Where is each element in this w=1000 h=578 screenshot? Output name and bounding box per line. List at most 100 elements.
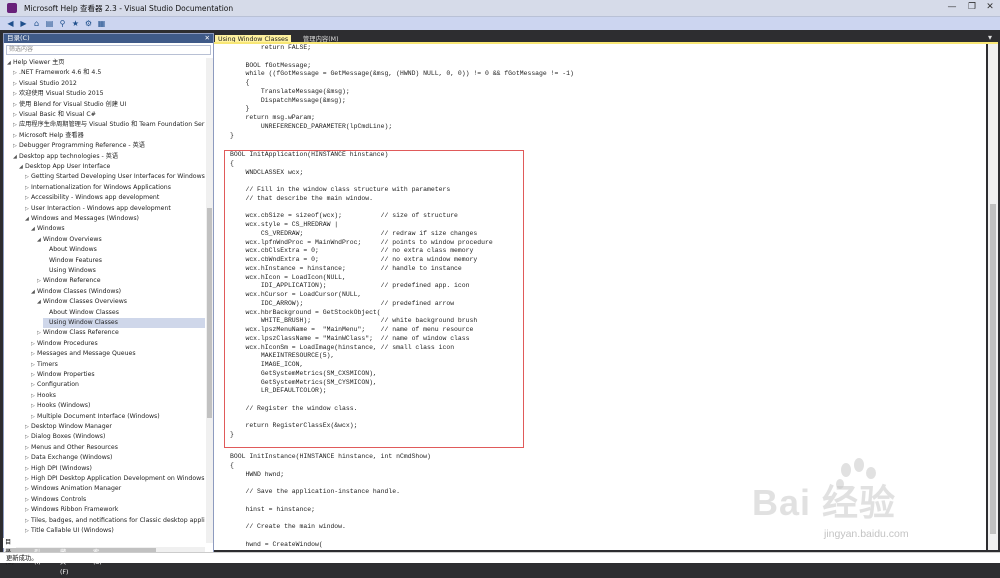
toc-pane-title: 目录(C) [7,34,30,42]
toc-node-label: Windows Animation Manager [31,485,122,493]
toc-node[interactable]: ▷ Configuration [31,380,79,390]
toc-node[interactable]: ▷ Internationalization for Windows Applic… [25,183,171,193]
toc-node[interactable]: ◢ Desktop app technologies - 英语 [13,152,118,162]
toc-node[interactable]: ◢ Windows [31,224,65,234]
toc-node-label: Window Procedures [37,339,98,347]
toc-node[interactable]: ▷ Desktop Window Manager [25,422,112,432]
toc-node[interactable]: ▷ Microsoft Help 查看器 [13,131,84,141]
app-icon [7,3,17,13]
toc-node[interactable]: ▷ Visual Basic 和 Visual C# [13,110,96,120]
toolbar: ◀ ▶ ⌂ ▤ ⚲ ★ ⚙ ▦ [0,17,1000,30]
toc-node-label: Accessibility - Windows app development [31,194,160,202]
tab-contents[interactable]: 目录(C) [3,538,17,566]
toc-node-label: About Windows [49,246,97,254]
toc-node[interactable]: About Windows [43,245,97,255]
print-icon[interactable]: ▤ [44,18,55,29]
toc-node[interactable]: ▷ Visual Studio 2012 [13,79,77,89]
toc-node[interactable]: ▷ Accessibility - Windows app development [25,193,159,203]
toc-node-label: Debugger Programming Reference - 英语 [19,142,145,150]
toc-node[interactable]: ▷ 欢迎使用 Visual Studio 2015 [13,89,104,99]
toc-node[interactable]: ▷ Hooks (Windows) [31,401,90,411]
toc-node[interactable]: ▷ Multiple Document Interface (Windows) [31,412,160,422]
toc-node-label: Desktop App User Interface [25,163,111,170]
toc-node[interactable]: ▷ High DPI (Windows) [25,464,92,474]
toc-node-label: Visual Studio 2012 [19,79,77,87]
toc-node[interactable]: ◢ Window Classes Overviews [37,297,127,307]
toc-node[interactable]: ▷ Debugger Programming Reference - 英语 [13,141,145,151]
settings-icon[interactable]: ⚙ [83,18,94,29]
status-text: 更新成功。 [6,555,38,562]
filter-input[interactable]: 筛选内容 [6,45,211,55]
toc-node[interactable]: ▷ Title Callable UI (Windows) [25,526,114,536]
bookmark-icon[interactable]: ★ [70,18,81,29]
toc-tree: ◢ Help Viewer 主页 ▷ .NET Framework 4.6 和 4.5… [4,58,205,543]
toc-node[interactable]: ▷ Menus and Other Resources [25,443,118,453]
tab-search[interactable]: 搜索(S) [91,538,104,566]
toc-node[interactable]: ◢ Windows and Messages (Windows) [25,214,139,224]
toc-node[interactable]: ▷ .NET Framework 4.6 和 4.5 [13,68,101,78]
scroll-thumb[interactable] [990,204,996,534]
tab-dropdown-icon[interactable]: ▾ [988,33,992,42]
toc-node[interactable]: ▷ Window Properties [31,370,95,380]
toc-node[interactable]: ▷ Dialog Boxes (Windows) [25,432,105,442]
tab-index[interactable]: 索引(I) [32,538,43,566]
toc-node[interactable]: ▷ Windows Animation Manager [25,484,121,494]
toc-node-label: Windows and Messages (Windows) [31,215,139,222]
toc-node[interactable]: Window Features [43,256,102,266]
toc-node-label: Microsoft Help 查看器 [19,131,84,139]
pane-close-icon[interactable]: ✕ [205,34,210,43]
toc-node[interactable]: ▷ Data Exchange (Windows) [25,453,112,463]
code-block-highlighted: BOOL InitApplication(HINSTANCE hinstance… [230,151,493,438]
toc-node-label: Multiple Document Interface (Windows) [37,412,160,420]
toc-node-label: Dialog Boxes (Windows) [31,433,106,441]
toc-node[interactable]: Using Windows [43,266,96,276]
toc-node[interactable]: ▷ Windows Controls [25,495,86,505]
toc-node[interactable]: ▷ Windows Ribbon Framework [25,505,118,515]
tab-favorites[interactable]: 收藏夹(F) [58,538,70,576]
toc-node[interactable]: ▷ High DPI Desktop Application Developmen… [25,474,204,484]
toc-node-label: Timers [37,360,58,368]
toc-pane: 目录(C) ✕ 筛选内容 ◢ Help Viewer 主页 ▷ .NET Framew… [3,33,214,554]
toc-node[interactable]: ◢ Window Classes (Windows) [31,287,121,297]
search-icon[interactable]: ⚲ [57,18,68,29]
minimize-button[interactable]: — [944,2,960,12]
toc-node-label: Windows Controls [31,495,87,503]
toc-node-label: Using Windows [49,267,96,274]
toc-node[interactable]: ▷ Getting Started Developing User Interfa… [25,172,205,182]
toc-node-label: Window Overviews [43,235,102,243]
toc-node[interactable]: ▷ Window Reference [37,276,101,286]
toc-node[interactable]: ▷ Window Procedures [31,339,98,349]
toc-node-label: Title Callable UI (Windows) [31,527,114,534]
toc-node[interactable]: ▷ Timers [31,360,58,370]
toc-node[interactable]: ▷ 使用 Blend for Visual Studio 创建 UI [13,100,126,110]
toc-node-label: User Interaction - Windows app developme… [31,204,171,212]
toc-node[interactable]: About Window Classes [43,308,119,318]
toc-node[interactable]: ◢ Desktop App User Interface [19,162,110,172]
back-icon[interactable]: ◀ [5,18,16,29]
toc-node-label: 使用 Blend for Visual Studio 创建 UI [19,100,127,108]
toc-node[interactable]: ▷ 应用程序生命周期管理与 Visual Studio 和 Team Founda… [13,120,204,130]
restore-button[interactable]: ❐ [964,2,980,12]
toc-node-label: Messages and Message Queues [37,350,136,358]
forward-icon[interactable]: ▶ [18,18,29,29]
code-block-bottom: BOOL InitInstance(HINSTANCE hinstance, i… [230,453,431,548]
close-button[interactable]: ✕ [982,2,998,12]
toc-node-selected[interactable]: Using Window Classes [43,318,205,328]
toc-node[interactable]: ▷ Window Class Reference [37,328,119,338]
watermark-brand: Bai 经验 [752,482,897,523]
status-bar: 更新成功。 [0,552,1000,563]
toc-node-label: Tiles, badges, and notifications for Cla… [31,516,205,524]
content-vertical-scrollbar[interactable] [988,44,998,550]
manage-content-icon[interactable]: ▦ [96,18,107,29]
toc-node[interactable]: ▷ Messages and Message Queues [31,349,136,359]
watermark-url: jingyan.baidu.com [824,528,909,540]
toc-node-label: Window Features [49,256,102,264]
toc-node[interactable]: ▷ Hooks [31,391,56,401]
toc-vertical-scrollbar[interactable] [206,58,213,543]
toc-node[interactable]: ◢ Window Overviews [37,235,102,245]
toc-node[interactable]: ▷ User Interaction - Windows app developm… [25,204,171,214]
toc-node[interactable]: ▷ Tiles, badges, and notifications for Cl… [25,516,205,526]
toc-node[interactable]: ◢ Help Viewer 主页 [7,58,64,68]
home-icon[interactable]: ⌂ [31,18,42,29]
scroll-thumb[interactable] [207,208,212,418]
